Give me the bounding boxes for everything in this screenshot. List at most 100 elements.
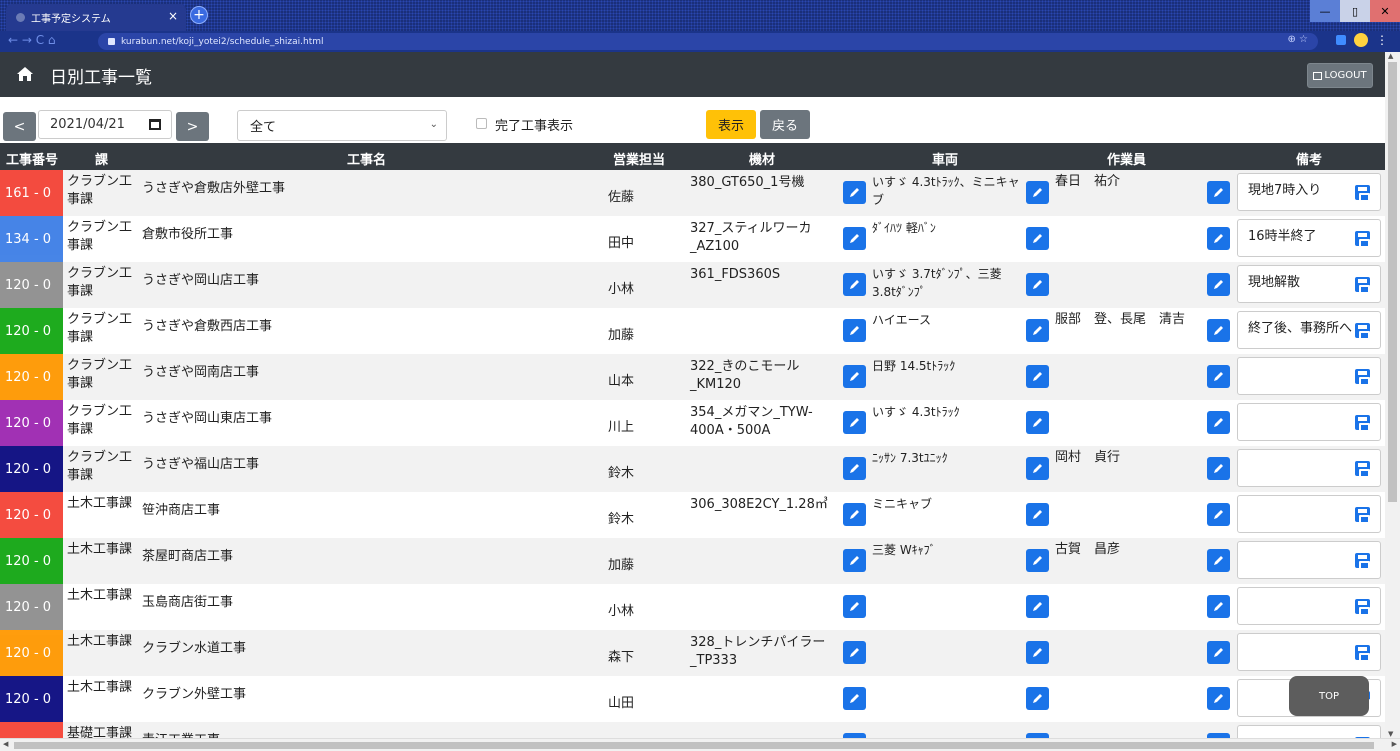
edit-worker-button[interactable] xyxy=(1026,687,1049,710)
edit-vehicle-button[interactable] xyxy=(843,181,866,204)
next-date-button[interactable]: > xyxy=(176,112,209,141)
save-icon[interactable] xyxy=(1355,231,1370,248)
edit-note-button[interactable] xyxy=(1207,503,1230,526)
edit-vehicle-button[interactable] xyxy=(843,411,866,434)
job-number-cell: 120 - 0 xyxy=(0,630,63,676)
profile-icon[interactable] xyxy=(1354,33,1368,47)
edit-worker-button[interactable] xyxy=(1026,595,1049,618)
minimize-button[interactable]: — xyxy=(1310,0,1340,22)
edit-note-button[interactable] xyxy=(1207,641,1230,664)
edit-worker-button[interactable] xyxy=(1026,181,1049,204)
edit-note-button[interactable] xyxy=(1207,549,1230,572)
save-icon[interactable] xyxy=(1355,507,1370,524)
note-input[interactable] xyxy=(1237,725,1381,738)
save-icon[interactable] xyxy=(1355,369,1370,386)
save-icon[interactable] xyxy=(1355,277,1370,294)
save-icon[interactable] xyxy=(1355,323,1370,340)
date-input[interactable]: 2021/04/21 xyxy=(38,110,172,139)
scroll-right-icon[interactable]: ▶ xyxy=(1392,740,1397,748)
scroll-left-icon[interactable]: ◀ xyxy=(3,740,8,748)
edit-note-button[interactable] xyxy=(1207,457,1230,480)
worker-cell: 春日 祐介 xyxy=(1055,174,1121,189)
edit-worker-button[interactable] xyxy=(1026,411,1049,434)
edit-worker-button[interactable] xyxy=(1026,549,1049,572)
close-window-button[interactable]: ✕ xyxy=(1370,0,1400,22)
save-icon[interactable] xyxy=(1355,461,1370,478)
edit-note-button[interactable] xyxy=(1207,595,1230,618)
home-icon[interactable] xyxy=(16,65,34,83)
ka-filter-select[interactable]: 全て ⌄ xyxy=(237,110,447,141)
top-button[interactable]: TOP xyxy=(1289,676,1369,716)
prev-date-button[interactable]: < xyxy=(3,112,36,141)
edit-vehicle-button[interactable] xyxy=(843,227,866,250)
new-tab-button[interactable]: + xyxy=(190,6,208,24)
job-number-cell xyxy=(0,722,63,738)
job-number-cell: 120 - 0 xyxy=(0,676,63,722)
edit-vehicle-button[interactable] xyxy=(843,641,866,664)
note-input[interactable] xyxy=(1237,495,1381,533)
omnibox-icons[interactable]: ⊕ ☆ xyxy=(1287,34,1308,45)
calendar-icon[interactable] xyxy=(149,119,161,130)
show-button[interactable]: 表示 xyxy=(706,110,756,139)
edit-worker-button[interactable] xyxy=(1026,319,1049,342)
horizontal-scroll-thumb[interactable] xyxy=(14,742,1374,749)
edit-note-button[interactable] xyxy=(1207,273,1230,296)
scroll-up-icon[interactable]: ▲ xyxy=(1388,52,1393,60)
save-icon[interactable] xyxy=(1355,553,1370,570)
note-input[interactable] xyxy=(1237,357,1381,395)
edit-worker-button[interactable] xyxy=(1026,227,1049,250)
show-completed-checkbox[interactable] xyxy=(476,118,487,129)
edit-note-button[interactable] xyxy=(1207,319,1230,342)
browser-tab[interactable]: 工事予定システム × xyxy=(6,4,186,31)
edit-vehicle-button[interactable] xyxy=(843,549,866,572)
edit-note-button[interactable] xyxy=(1207,365,1230,388)
edit-worker-button[interactable] xyxy=(1026,503,1049,526)
window-controls: — ▯ ✕ xyxy=(1310,0,1400,22)
edit-worker-button[interactable] xyxy=(1026,365,1049,388)
horizontal-scrollbar[interactable]: ◀ ▶ xyxy=(0,738,1400,751)
vertical-scroll-thumb[interactable] xyxy=(1388,62,1397,502)
save-icon[interactable] xyxy=(1355,599,1370,616)
vertical-scrollbar[interactable]: ▲ ▼ xyxy=(1385,52,1400,738)
browser-menu-icon[interactable]: ⋮ xyxy=(1376,33,1388,47)
note-input[interactable]: 終了後、事務所へ xyxy=(1237,311,1381,349)
note-input[interactable] xyxy=(1237,633,1381,671)
edit-vehicle-button[interactable] xyxy=(843,273,866,296)
edit-vehicle-button[interactable] xyxy=(843,365,866,388)
edit-note-button[interactable] xyxy=(1207,687,1230,710)
edit-worker-button[interactable] xyxy=(1026,641,1049,664)
save-icon[interactable] xyxy=(1355,185,1370,202)
tab-close-icon[interactable]: × xyxy=(168,9,178,23)
edit-note-button[interactable] xyxy=(1207,227,1230,250)
edit-vehicle-button[interactable] xyxy=(843,319,866,342)
edit-vehicle-button[interactable] xyxy=(843,503,866,526)
note-input[interactable] xyxy=(1237,449,1381,487)
note-input[interactable]: 16時半終了 xyxy=(1237,219,1381,257)
maximize-button[interactable]: ▯ xyxy=(1340,0,1370,22)
tab-title: 工事予定システム xyxy=(31,14,111,25)
note-input[interactable]: 現地7時入り xyxy=(1237,173,1381,211)
note-text: 終了後、事務所へ xyxy=(1248,321,1353,336)
note-input[interactable] xyxy=(1237,541,1381,579)
edit-vehicle-button[interactable] xyxy=(843,687,866,710)
logout-button[interactable]: LOGOUT xyxy=(1307,63,1373,88)
note-input[interactable]: 現地解散 xyxy=(1237,265,1381,303)
edit-note-button[interactable] xyxy=(1207,411,1230,434)
edit-vehicle-button[interactable] xyxy=(843,595,866,618)
address-bar[interactable]: kurabun.net/koji_yotei2/schedule_shizai.… xyxy=(98,33,1318,50)
edit-worker-button[interactable] xyxy=(1026,273,1049,296)
show-completed-label[interactable]: 完了工事表示 xyxy=(495,115,573,134)
edit-vehicle-button[interactable] xyxy=(843,457,866,480)
note-input[interactable] xyxy=(1237,587,1381,625)
back-button[interactable]: 戻る xyxy=(760,110,810,139)
note-input[interactable] xyxy=(1237,403,1381,441)
scroll-down-icon[interactable]: ▼ xyxy=(1388,730,1393,738)
edit-worker-button[interactable] xyxy=(1026,457,1049,480)
edit-note-button[interactable] xyxy=(1207,181,1230,204)
vehicle-cell: いすゞ 4.3tﾄﾗｯｸ xyxy=(872,405,960,419)
extension-icon[interactable] xyxy=(1336,35,1346,45)
browser-nav-icons[interactable]: ← → C ⌂ xyxy=(8,33,56,47)
save-icon[interactable] xyxy=(1355,415,1370,432)
save-icon[interactable] xyxy=(1355,645,1370,662)
table-row: 120 - 0 土木工事課 笹沖商店工事 鈴木 306_308E2CY_1.28㎥ ミニキ… xyxy=(0,492,1385,538)
